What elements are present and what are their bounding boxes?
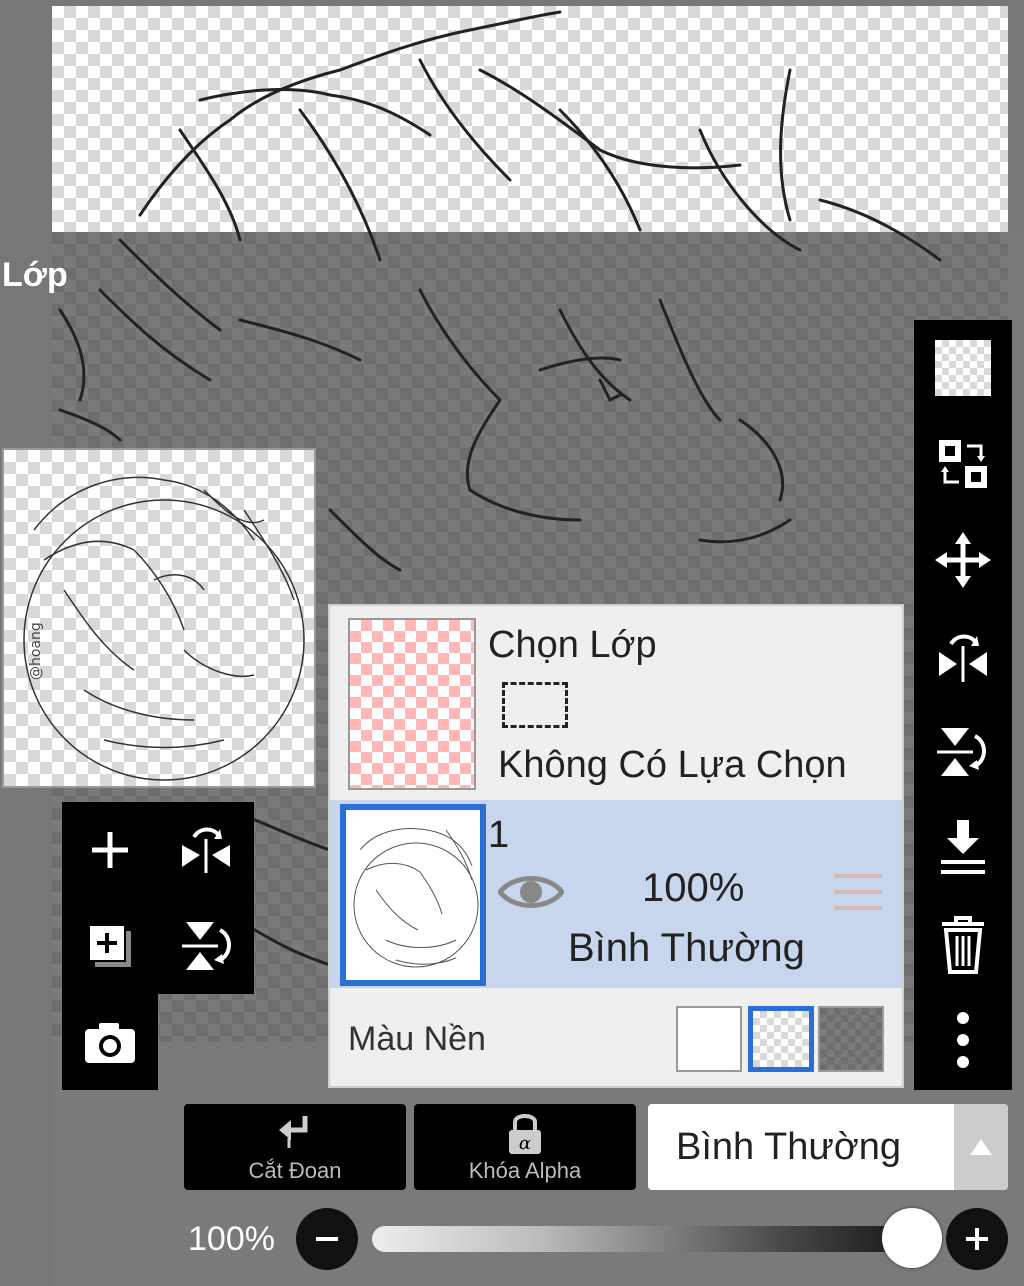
selection-layer-row[interactable]: Chọn Lớp Không Có Lựa Chọn: [330, 606, 902, 798]
left-toolbar: [62, 802, 254, 1090]
opacity-increase-button[interactable]: [946, 1208, 1008, 1270]
blend-mode-value: Bình Thường: [676, 1126, 902, 1168]
flip-horizontal-right-button[interactable]: [914, 608, 1012, 704]
add-layer-copy-button[interactable]: [62, 898, 158, 994]
background-transparent-swatch[interactable]: [748, 1006, 814, 1072]
checkerboard-icon: [935, 340, 991, 396]
preview-sketch: @hoang: [23, 476, 305, 781]
background-color-row: Màu Nền: [330, 990, 902, 1086]
add-layer-button[interactable]: [62, 802, 158, 898]
add-copy-icon: [88, 924, 131, 967]
layer-number: 1: [488, 814, 510, 856]
selection-layer-thumbnail: [348, 618, 476, 790]
layer-blend-mode: Bình Thường: [568, 926, 805, 970]
visibility-eye-icon[interactable]: [498, 870, 564, 914]
flip-vertical-icon: [937, 728, 986, 776]
flip-vertical-right-button[interactable]: [914, 704, 1012, 800]
clipping-button[interactable]: Cắt Đoan: [184, 1104, 406, 1190]
plus-icon: [966, 1228, 988, 1250]
svg-text:α: α: [519, 1133, 531, 1154]
flip-horizontal-button[interactable]: [158, 802, 254, 898]
opacity-decrease-button[interactable]: [296, 1208, 358, 1270]
alpha-lock-button[interactable]: α Khóa Alpha: [414, 1104, 636, 1190]
layer-opacity: 100%: [642, 866, 745, 910]
svg-text:@hoang: @hoang: [28, 622, 44, 680]
trash-icon: [942, 916, 984, 974]
more-vertical-icon: [957, 1012, 969, 1068]
background-color-label: Màu Nền: [348, 1020, 486, 1058]
background-dark-swatch[interactable]: [818, 1006, 884, 1072]
layer-list: Chọn Lớp Không Có Lựa Chọn 1 100% Bình T…: [328, 604, 904, 1088]
lock-icon: α: [509, 1114, 541, 1154]
more-options-button[interactable]: [914, 992, 1012, 1088]
canvas-preview[interactable]: @hoang: [2, 448, 316, 788]
delete-layer-button[interactable]: [914, 896, 1012, 992]
plus-icon: [92, 832, 128, 868]
blend-mode-arrow[interactable]: [954, 1104, 1008, 1190]
merge-down-button[interactable]: [914, 800, 1012, 896]
opacity-slider-track[interactable]: [372, 1226, 932, 1252]
flip-horizontal-icon: [182, 827, 230, 873]
background-white-swatch[interactable]: [676, 1006, 742, 1072]
clipping-label: Cắt Đoan: [248, 1158, 342, 1183]
flip-vertical-icon: [182, 922, 231, 970]
merge-down-icon: [941, 820, 985, 874]
swap-icon: [939, 440, 987, 488]
alpha-lock-label: Khóa Alpha: [468, 1158, 582, 1183]
opacity-slider-thumb[interactable]: [882, 1208, 942, 1268]
flip-vertical-button[interactable]: [158, 898, 254, 994]
move-button[interactable]: [914, 512, 1012, 608]
drag-handle-icon[interactable]: [832, 870, 884, 914]
camera-button[interactable]: [62, 994, 158, 1090]
opacity-value: 100%: [188, 1220, 275, 1258]
canvas-area[interactable]: [52, 6, 1008, 238]
right-toolbar: [914, 320, 1012, 1090]
layer-thumbnail-sketch: [353, 828, 479, 968]
camera-icon: [85, 1023, 135, 1063]
clip-arrow-icon: [279, 1116, 308, 1148]
layer-thumbnail: [340, 804, 486, 986]
move-arrows-icon: [935, 532, 991, 588]
swap-layers-button[interactable]: [914, 416, 1012, 512]
blend-mode-select[interactable]: Bình Thường: [648, 1104, 1008, 1190]
selection-layer-status: Không Có Lựa Chọn: [498, 744, 847, 786]
transparent-fill-button[interactable]: [914, 320, 1012, 416]
selection-layer-title: Chọn Lớp: [488, 624, 657, 666]
panel-title: Lớp: [2, 256, 68, 294]
triangle-up-icon: [970, 1139, 992, 1155]
flip-horizontal-icon: [939, 634, 987, 682]
selection-marquee-icon: [502, 682, 568, 728]
minus-icon: [316, 1237, 338, 1241]
layer-row[interactable]: 1 100% Bình Thường: [330, 800, 902, 988]
